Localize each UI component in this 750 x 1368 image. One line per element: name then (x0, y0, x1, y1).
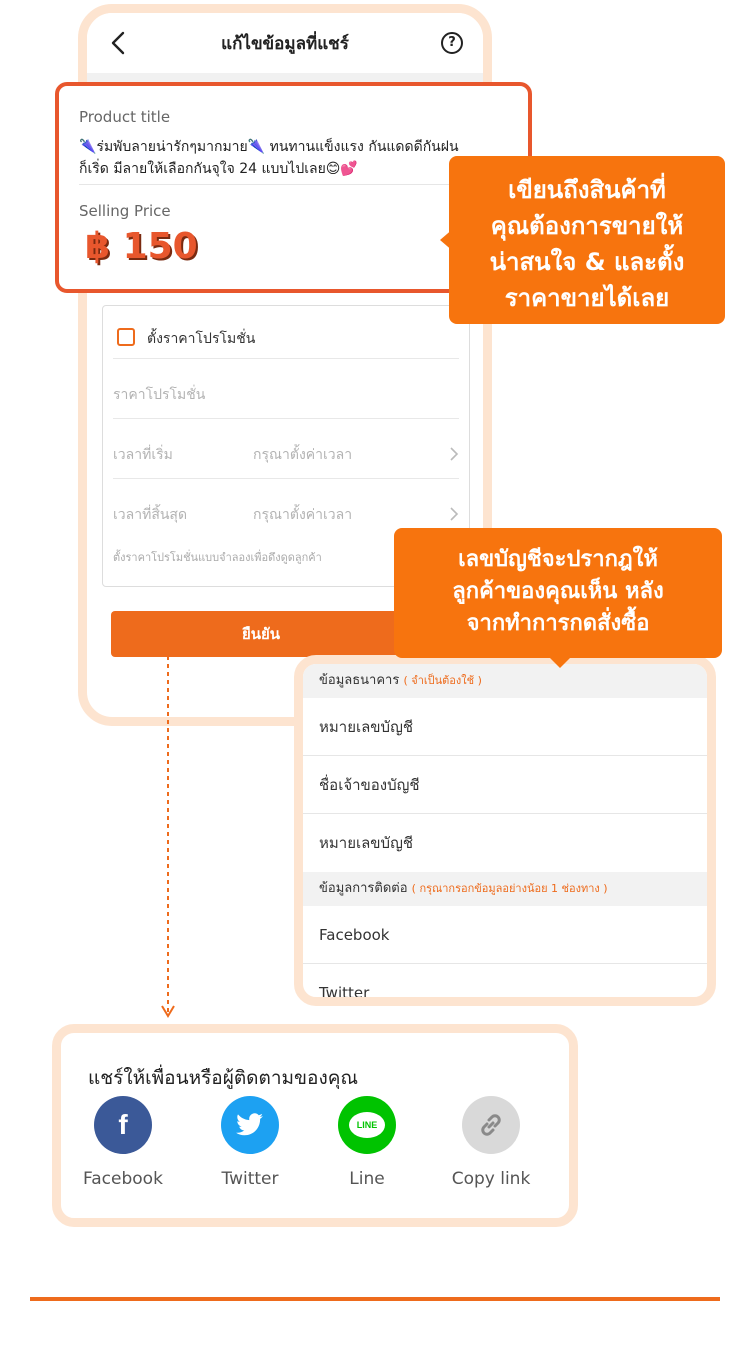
divider (113, 358, 459, 359)
product-tip-callout: เขียนถึงสินค้าที่ คุณต้องการขายให้ น่าสน… (449, 156, 725, 324)
page-title: แก้ไขข้อมูลที่แชร์ (221, 33, 349, 54)
promo-checkbox[interactable] (117, 328, 135, 346)
end-time-label: เวลาที่สิ้นสุด (113, 507, 188, 523)
promo-note: ตั้งราคาโปรโมชั่นแบบจำลองเพื่อดึงดูดลูกค… (113, 551, 322, 564)
svg-text:f: f (118, 1110, 128, 1140)
callout-line: ลูกค้าของคุณเห็น หลัง (452, 579, 664, 604)
contact-section-label: ข้อมูลการติดต่อ (319, 881, 408, 896)
account-owner-field[interactable]: ชื่อเจ้าของบัญชี (303, 756, 707, 814)
product-title-line: 🌂ร่มพับลายน่ารักๆมากมาย🌂 ทนทานแข็งแรง กั… (79, 139, 459, 155)
link-icon (462, 1096, 520, 1154)
callout-line: น่าสนใจ & และตั้ง (489, 248, 685, 276)
selling-price-input[interactable]: ฿ 150 (85, 226, 198, 267)
promo-checkbox-label: ตั้งราคาโปรโมชั่น (147, 331, 256, 347)
callout-line: ราคาขายได้เลย (504, 284, 670, 312)
start-time-field[interactable]: เวลาที่เริ่ม กรุณาตั้งค่าเวลา (103, 418, 469, 478)
callout-line: เขียนถึงสินค้าที่ (508, 176, 666, 204)
bank-section-header: ข้อมูลธนาคาร ( จำเป็นต้องใช้ ) (303, 664, 707, 698)
bank-info-card: ข้อมูลธนาคาร ( จำเป็นต้องใช้ ) หมายเลขบั… (294, 655, 716, 1006)
share-label: Twitter (221, 1169, 279, 1189)
back-arrow-icon[interactable] (107, 29, 131, 57)
start-time-label: เวลาที่เริ่ม (113, 447, 173, 463)
required-note: ( กรุณากรอกข้อมูลอย่างน้อย 1 ช่องทาง ) (411, 882, 608, 895)
share-panel: แชร์ให้เพื่อนหรือผู้ติดตามของคุณ f Faceb… (52, 1024, 578, 1227)
help-icon[interactable]: ? (441, 32, 463, 54)
promo-price-input[interactable]: ราคาโปรโมชั่น (113, 384, 205, 406)
contact-section-header: ข้อมูลการติดต่อ ( กรุณากรอกข้อมูลอย่างน้… (303, 872, 707, 906)
selling-price-label: Selling Price (79, 202, 171, 220)
bottom-divider (30, 1297, 720, 1301)
callout-line: จากทำการกดสั่งซื้อ (466, 611, 650, 636)
divider (79, 184, 509, 185)
line-icon: LINE (338, 1096, 396, 1154)
share-title: แชร์ให้เพื่อนหรือผู้ติดตามของคุณ (88, 1067, 359, 1089)
connector-arrow (161, 640, 175, 1018)
account-number-field[interactable]: หมายเลขบัญชี (303, 698, 707, 756)
confirm-button[interactable]: ยืนยัน (111, 611, 411, 657)
line-logo-badge: LINE (349, 1112, 385, 1138)
required-note: ( จำเป็นต้องใช้ ) (403, 674, 482, 687)
account-number-field[interactable]: หมายเลขบัญชี (303, 814, 707, 872)
share-label: Facebook (83, 1169, 163, 1189)
twitter-icon (221, 1096, 279, 1154)
callout-line: คุณต้องการขายให้ (490, 212, 684, 240)
end-time-value: กรุณาตั้งค่าเวลา (253, 507, 353, 523)
facebook-icon: f (94, 1096, 152, 1154)
callout-line: เลขบัญชีจะปรากฎให้ (458, 547, 658, 572)
bank-section-label: ข้อมูลธนาคาร (319, 673, 400, 688)
bank-tip-callout: เลขบัญชีจะปรากฎให้ ลูกค้าของคุณเห็น หลัง… (394, 528, 722, 658)
twitter-contact-field[interactable]: Twitter (303, 964, 707, 997)
facebook-contact-field[interactable]: Facebook (303, 906, 707, 964)
product-title-label: Product title (79, 108, 171, 126)
chevron-right-icon (450, 447, 459, 461)
start-time-value: กรุณาตั้งค่าเวลา (253, 447, 353, 463)
share-label: Copy link (451, 1169, 531, 1189)
editor-header: แก้ไขข้อมูลที่แชร์ ? (87, 13, 483, 73)
chevron-right-icon (450, 507, 459, 521)
share-label: Line (349, 1169, 385, 1189)
